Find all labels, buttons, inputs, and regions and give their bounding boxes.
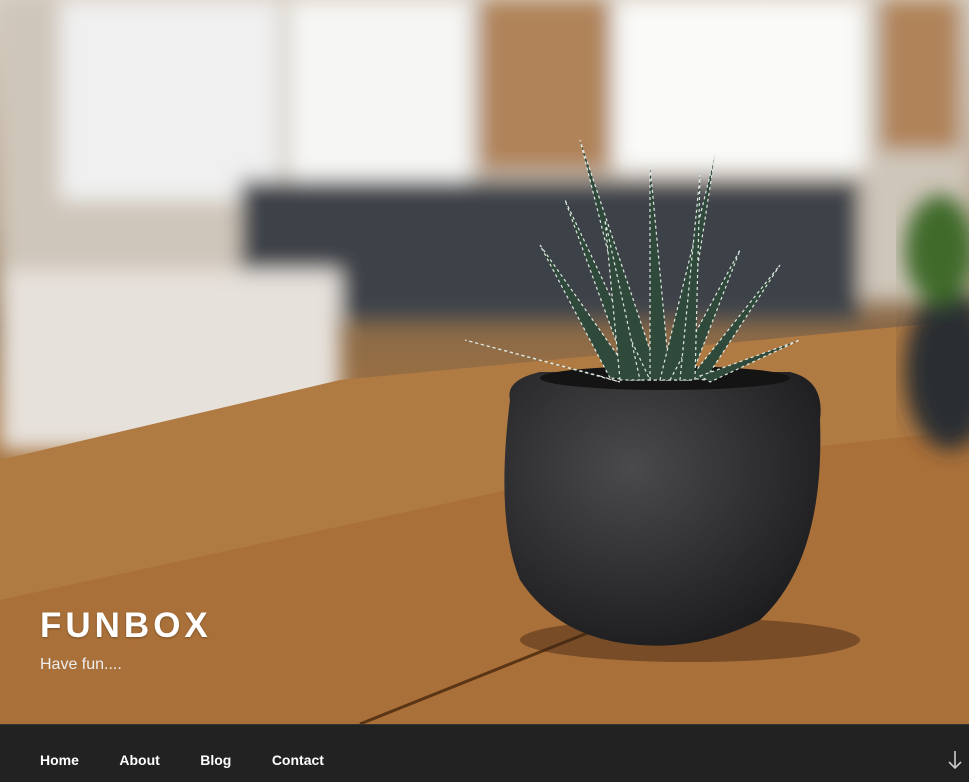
- arrow-down-icon[interactable]: [947, 749, 963, 771]
- nav-item-about: About: [119, 752, 159, 770]
- nav-link-about[interactable]: About: [119, 752, 159, 768]
- nav-link-blog[interactable]: Blog: [200, 752, 231, 768]
- nav-menu: Home About Blog Contact: [40, 752, 360, 770]
- nav-link-home[interactable]: Home: [40, 752, 79, 768]
- site-title[interactable]: FUNBOX: [40, 608, 212, 643]
- site-branding: FUNBOX Have fun....: [40, 608, 212, 674]
- nav-item-blog: Blog: [200, 752, 231, 770]
- nav-item-home: Home: [40, 752, 79, 770]
- header-image: FUNBOX Have fun....: [0, 0, 969, 724]
- nav-link-contact[interactable]: Contact: [272, 752, 324, 768]
- nav-item-contact: Contact: [272, 752, 324, 770]
- site-tagline: Have fun....: [40, 656, 122, 673]
- main-navigation: Home About Blog Contact: [0, 724, 969, 782]
